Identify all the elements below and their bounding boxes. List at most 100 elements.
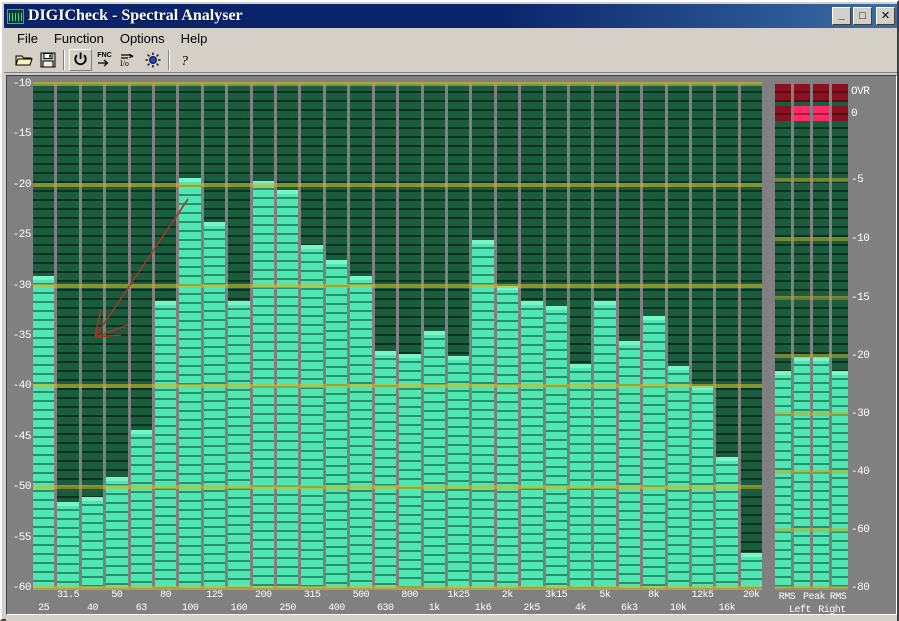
close-icon: ✕ <box>880 9 891 22</box>
over-indicator[interactable] <box>794 84 810 101</box>
folder-open-icon <box>14 52 33 68</box>
meter-scale-tick: -10 <box>851 233 870 245</box>
io-list-icon: I/o <box>120 52 137 68</box>
spectrum-bar-fill <box>472 240 494 588</box>
svg-text:?: ? <box>181 54 188 68</box>
maximize-button[interactable]: □ <box>853 7 872 25</box>
x-axis-tick: 5k <box>599 590 611 601</box>
spectrum-bar <box>740 84 763 588</box>
spectral-analyser-display: -10 -15 -20 -25 -30 -35 -40 -45 -50 -55 -60 25 31.5… <box>6 75 897 615</box>
meter-red-zone <box>794 106 810 121</box>
over-indicator[interactable] <box>832 84 848 101</box>
x-axis-tick: 20k <box>743 590 760 601</box>
peak-left-meter <box>794 84 810 588</box>
y-axis-tick: -25 <box>12 229 32 242</box>
over-indicator[interactable] <box>813 84 829 101</box>
x-axis-tick: 3k15 <box>545 590 568 601</box>
io-settings-button[interactable]: I/o <box>117 48 140 71</box>
meter-type-label: Peak <box>802 592 826 603</box>
x-axis-tick: 80 <box>160 590 172 601</box>
meter-type-label: RMS <box>778 592 796 603</box>
meter-red-zone <box>775 106 791 121</box>
menu-item-file[interactable]: File <box>9 29 46 48</box>
meter-scale-tick: -30 <box>851 408 870 420</box>
over-indicator[interactable] <box>775 84 791 101</box>
spectrum-bar <box>643 84 665 588</box>
menu-item-options[interactable]: Options <box>112 29 173 48</box>
x-axis-tick: 4k <box>574 603 587 614</box>
window-controls: _ □ ✕ <box>832 7 895 25</box>
spectrum-bar-fill <box>252 180 275 588</box>
spectrum-bar-fill <box>179 177 201 588</box>
y-axis-tick: -15 <box>12 128 32 141</box>
x-axis-tick: 16k <box>718 603 736 614</box>
spectrum-bar-fill <box>667 366 689 588</box>
help-button[interactable]: ? <box>174 48 197 71</box>
meter-type-label: RMS <box>829 592 847 603</box>
spectrum-bar <box>57 84 79 588</box>
rms-right-meter <box>832 84 848 588</box>
y-axis-tick: -10 <box>12 78 32 90</box>
meter-fill <box>775 370 791 588</box>
spectrum-bar-fill <box>155 300 177 588</box>
level-meter-scale: OVR 0 -5 -10 -15 -20 -30 -40 -60 -80 <box>851 84 881 594</box>
spectrum-bar <box>325 84 348 588</box>
x-axis-tick: 1k6 <box>474 603 492 614</box>
brightness-button[interactable] <box>141 48 164 71</box>
spectrum-bar <box>106 84 128 588</box>
close-button[interactable]: ✕ <box>876 7 895 25</box>
x-axis-tick: 250 <box>279 603 296 614</box>
x-axis-tick: 10k <box>669 603 687 614</box>
save-file-button[interactable] <box>36 48 59 71</box>
x-axis-tick: 1k <box>428 603 441 614</box>
spectrum-bar <box>33 84 55 588</box>
y-axis-tick: -30 <box>12 279 32 292</box>
meter-fill <box>813 357 829 588</box>
x-axis-tick: 125 <box>206 590 223 601</box>
menu-item-help[interactable]: Help <box>173 29 216 48</box>
meter-red-zone <box>813 106 829 121</box>
level-meter-columns <box>775 84 848 588</box>
spectrum-bar <box>496 84 519 588</box>
x-axis-tick: 160 <box>230 603 248 614</box>
minimize-icon: _ <box>838 9 845 21</box>
toolbar-separator-1 <box>63 49 65 70</box>
spectrum-bar-fill <box>545 305 567 588</box>
x-axis-tick: 25 <box>38 603 50 614</box>
spectrum-bar-fill <box>691 386 714 588</box>
spectrum-bar <box>569 84 592 588</box>
x-axis-tick: 50 <box>111 590 123 601</box>
spectrum-bar-fill <box>594 300 616 588</box>
x-axis: 25 31.5 40 50 63 80 100 125 160 200 250 315 400 500 63… <box>33 588 762 614</box>
peak-right-meter <box>813 84 829 588</box>
spectrum-bar-fill <box>203 222 226 588</box>
power-button[interactable] <box>69 48 92 71</box>
menu-item-function[interactable]: Function <box>46 29 112 48</box>
x-axis-tick: 800 <box>401 590 418 601</box>
spectrum-bar-fill <box>447 356 470 588</box>
x-axis-tick: 2k5 <box>523 603 540 614</box>
spectrum-app-icon <box>7 8 24 24</box>
spectrum-bar-fill <box>81 497 104 588</box>
open-file-button[interactable] <box>12 48 35 71</box>
x-axis-tick: 2k <box>501 590 514 601</box>
svg-text:I/o: I/o <box>120 59 129 68</box>
spectrum-bar-fill <box>228 300 250 588</box>
spectrum-bar-fill <box>716 456 738 588</box>
spectrum-bar-fill <box>569 364 592 588</box>
y-axis-tick: -50 <box>12 481 32 494</box>
spectrum-bar <box>594 84 616 588</box>
spectrum-bar-fill <box>350 275 372 588</box>
y-axis-tick: -60 <box>12 582 32 594</box>
level-meters-panel: OVR 0 -5 -10 -15 -20 -30 -40 -60 -80 RMS Peak RMS Le… <box>775 84 870 614</box>
minimize-button[interactable]: _ <box>832 7 851 25</box>
toolbar: FNC I/o ? <box>4 47 897 73</box>
function-button[interactable]: FNC <box>93 48 116 71</box>
meter-scale-tick: OVR <box>851 86 870 98</box>
spectrum-bar <box>81 84 104 588</box>
spectrum-bar <box>521 84 543 588</box>
meter-channel-label: Left <box>788 605 812 615</box>
level-meter-labels: RMS Peak RMS Left Right <box>775 592 869 615</box>
meter-scale-tick: 0 <box>851 108 858 120</box>
spectrum-bar-fill <box>130 429 153 588</box>
